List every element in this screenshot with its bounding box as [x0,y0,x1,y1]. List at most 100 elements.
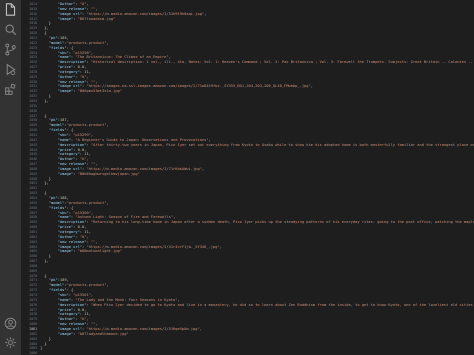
json-number: 185 [59,35,67,40]
json-punctuation: : { [66,128,74,133]
json-punctuation: } [48,336,52,341]
json-punctuation: , [106,123,109,128]
settings-icon[interactable] [3,335,18,350]
json-punctuation: , [86,74,89,79]
extensions-icon[interactable] [3,82,18,97]
json-punctuation: , [95,79,98,84]
json-punctuation: { [44,31,47,36]
json-punctuation: , [201,166,205,171]
line-number: 2055 [29,200,37,205]
line-number: 2039 [29,123,37,128]
files-icon[interactable] [3,2,18,17]
json-string: "B07txaadxsm.jpg" [77,16,116,21]
code-line: "image url": "https://m.media-amazon.com… [58,12,207,16]
json-key: "category" [57,312,80,317]
json-key: "sku" [57,50,69,55]
search-icon[interactable] [3,22,18,37]
json-punctuation: , [106,200,109,205]
line-number: 2037 [29,113,37,118]
account-icon[interactable] [3,316,18,331]
json-punctuation: , [86,317,89,322]
json-punctuation: : { [66,205,74,210]
code-line: "model":"products.product", [49,201,109,205]
json-key: "Author" [57,2,76,6]
line-number: 2067 [29,259,37,264]
json-string: "products.product" [66,40,107,45]
json-key: "price" [57,147,74,152]
code-line: } [49,94,51,98]
code-line: "fields": { [49,46,73,50]
line-number: 2056 [29,205,37,210]
json-string: "A Beginner's Guide to Japan: Observatio… [75,137,209,142]
json-punctuation: , [66,196,69,200]
json-punctuation: , [86,2,89,6]
code-line: "sku": "p15299", [58,133,94,137]
json-punctuation: , [106,283,109,288]
json-punctuation: { [44,113,47,118]
line-number: 2047 [29,162,37,167]
json-string: "The Lady and the Monk: Four Seasons in … [75,297,178,302]
json-string: "B0b6hwgbwrsgelkmvjapan.jpg" [77,171,140,176]
json-key: "category" [57,229,80,234]
code-line: "image": "B06pmn53mt3x1a.jpg" [58,89,122,93]
line-number: 2024 [29,50,37,55]
json-punctuation: }, [44,99,49,103]
json-string: "b07ladyandthemonk.jpg" [77,331,129,336]
line-number-gutter: 2014 2015 2016 2017 2018 2019 2020 2021 2022 2023… [21,0,40,355]
code-line: "image url": "https://images-na.ssl-imag… [58,84,313,88]
line-number: 2063 [29,239,37,244]
code-line: } [49,177,51,181]
code-line: "pk":188, [49,196,69,200]
line-number: 2026 [29,60,37,65]
json-key: "image" [57,331,74,336]
code-line: "pk":185, [49,36,69,40]
code-line: }, [44,181,48,185]
json-punctuation: }, [44,181,49,186]
line-number: 2044 [29,147,37,152]
code-line: } [49,254,51,258]
json-punctuation: , [88,229,91,234]
json-punctuation: , [310,84,313,89]
code-line: { [44,114,46,118]
json-punctuation: , [90,210,94,215]
json-key: "description" [57,60,87,65]
code-line: { [44,31,46,35]
json-punctuation: } [44,341,47,346]
line-number: 2060 [29,225,37,230]
run-debug-icon[interactable] [3,62,18,77]
code-line: "category": 11, [58,312,91,316]
json-key: "sku" [57,132,69,137]
line-number: 2069 [29,268,37,273]
code-line: "sku": "p15301", [58,293,94,297]
line-number: 2014 [29,2,37,6]
code-line: } [49,21,51,25]
code-line: "image url": "https://m.media-amazon.com… [58,327,202,331]
json-punctuation: , [106,40,109,45]
line-number: 2017 [29,16,37,21]
json-punctuation: }, [44,26,49,31]
json-string: "B06pmn53mt3x1a.jpg" [77,89,122,94]
json-key: "price" [57,65,74,70]
code-line: "new release": "", [58,240,98,244]
source-control-icon[interactable] [3,42,18,57]
json-key: "image url" [57,326,83,331]
json-punctuation: , [88,69,91,74]
code-line: "category": 11, [58,70,91,74]
json-string: "Autumn Light: Season of Fire and Farewe… [75,215,174,220]
line-number: 2042 [29,137,37,142]
line-number: 2018 [29,21,37,26]
code-editor-window: 2014 2015 2016 2017 2018 2019 2020 2021 2022 2023… [0,0,474,355]
json-punctuation: , [84,147,87,152]
editor-text-area[interactable]: "Author": "A", "new release": "", "image u… [40,0,474,355]
code-line: "new release": "", [58,7,98,11]
json-string: "Returning to his long-time home in Japa… [90,220,474,225]
line-number: 2086 [29,351,37,355]
json-punctuation: , [168,55,171,60]
json-punctuation: , [95,239,98,244]
code-line: "price": 0.0, [58,308,87,312]
line-number: 2084 [29,341,37,346]
code-line: "Author": "A", [58,2,89,6]
json-key: "fields" [48,205,67,210]
json-key: "description" [57,302,87,307]
json-punctuation: : { [66,45,74,50]
